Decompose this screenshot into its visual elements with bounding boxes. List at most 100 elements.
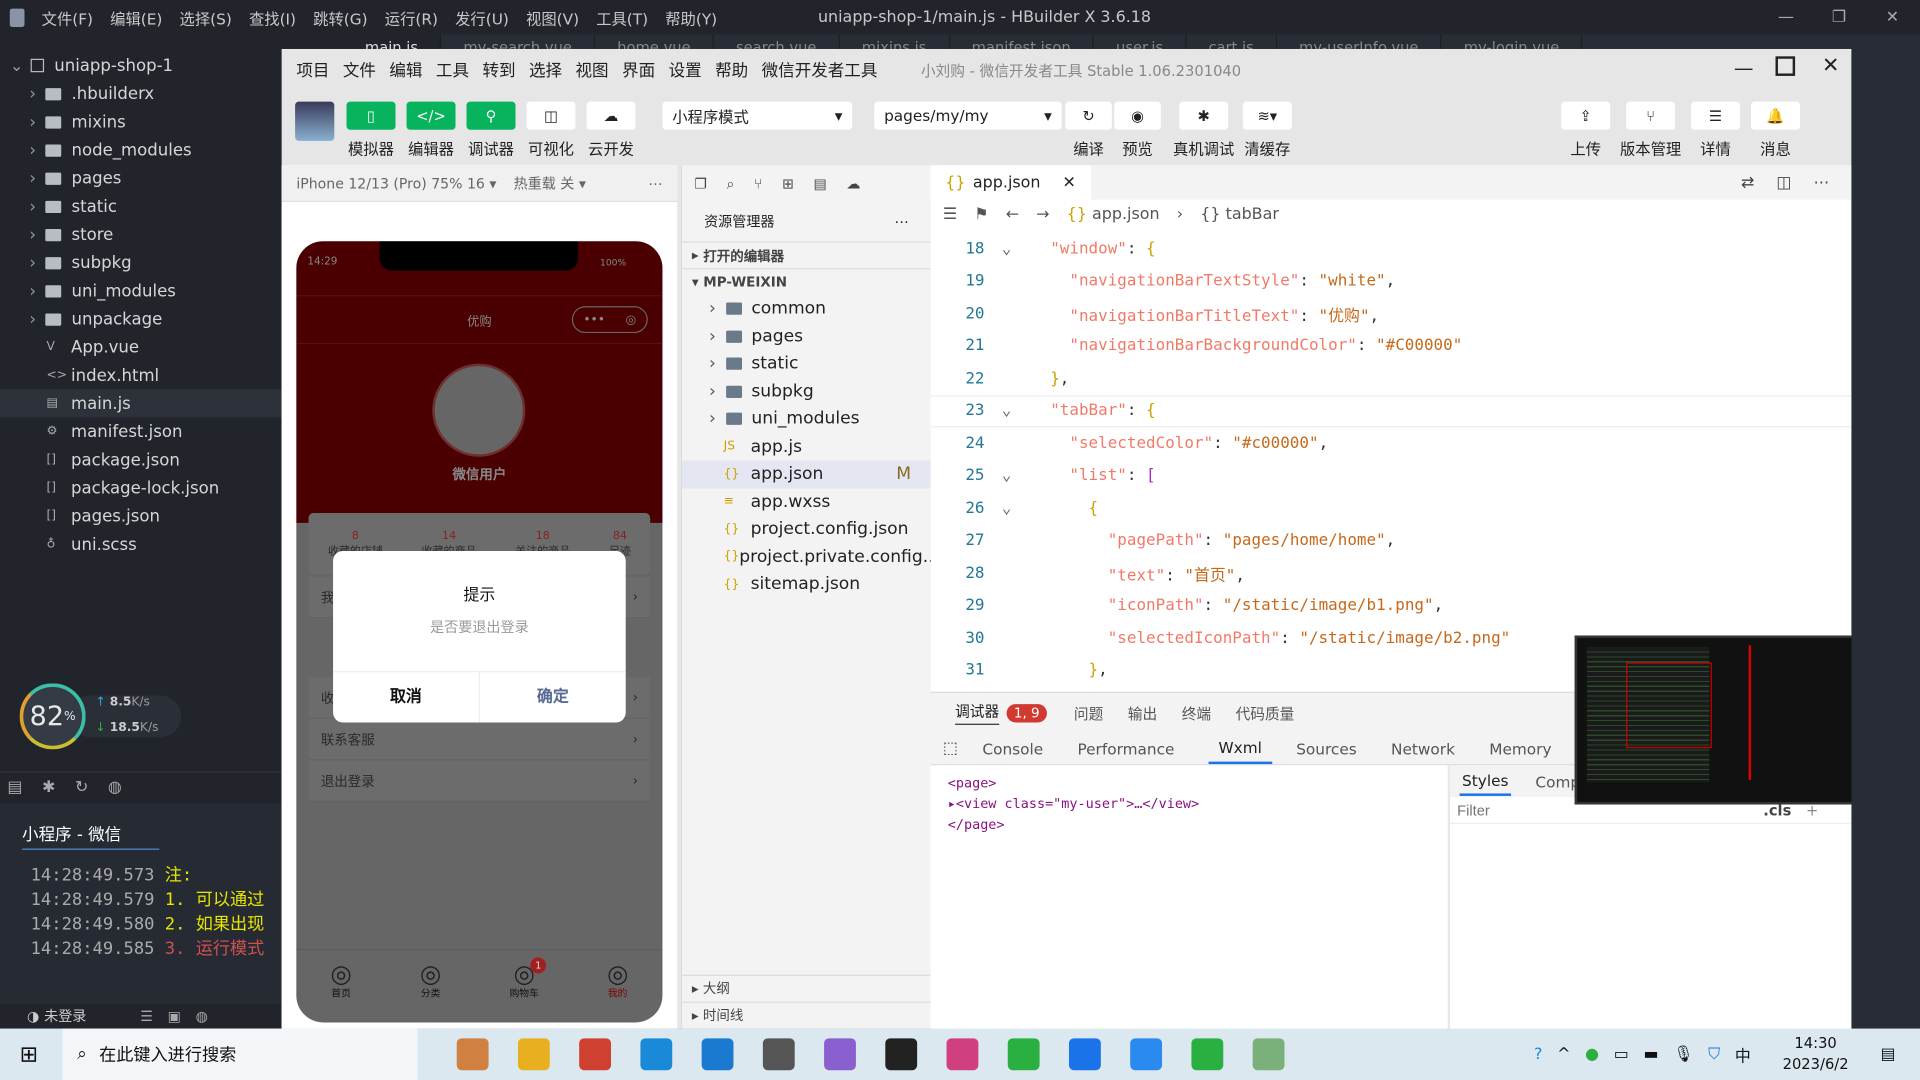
list-icon[interactable]: ☰: [943, 206, 957, 224]
tree-item[interactable]: › subpkg: [0, 249, 282, 277]
more-icon[interactable]: ⋯: [894, 213, 908, 230]
debug-button[interactable]: ⚲: [466, 101, 516, 130]
tab-styles[interactable]: Styles: [1459, 767, 1511, 796]
wxml-node[interactable]: </page>: [948, 814, 1430, 835]
tree-item[interactable]: ▤ main.js: [0, 389, 282, 418]
tab-wxml[interactable]: Wxml: [1208, 733, 1272, 764]
forward-icon[interactable]: →: [1036, 206, 1049, 224]
menu-item[interactable]: 发行(U): [455, 6, 509, 29]
window-thumbnail-preview[interactable]: [1574, 635, 1869, 805]
feishu-icon[interactable]: [1069, 1038, 1101, 1071]
clock-time[interactable]: 14:30: [1783, 1033, 1849, 1054]
tree-item[interactable]: › uni_modules: [0, 277, 282, 305]
microphone-icon[interactable]: 🎙: [1673, 1045, 1693, 1063]
upload-button[interactable]: ⇪: [1561, 101, 1611, 130]
tree-item[interactable]: › .hbuilderx: [0, 80, 282, 108]
menu-item[interactable]: 界面: [622, 56, 655, 81]
explorer-item[interactable]: › subpkg: [682, 378, 931, 406]
explorer-item[interactable]: › uni_modules: [682, 405, 931, 433]
back-icon[interactable]: ←: [1006, 206, 1019, 224]
terminal-icon[interactable]: [885, 1038, 918, 1071]
windows-start-icon[interactable]: ⊞: [20, 1041, 38, 1067]
devtools-panel-tab[interactable]: 输出: [1128, 702, 1157, 723]
tabbar-item[interactable]: ◎ 首页: [330, 960, 351, 1022]
slack-icon[interactable]: [946, 1038, 979, 1071]
tree-item[interactable]: › store: [0, 220, 282, 248]
menu-item[interactable]: 视图(V): [526, 6, 579, 29]
wechat-tray-icon[interactable]: ●: [1585, 1045, 1599, 1063]
ime-indicator[interactable]: 中: [1735, 1043, 1751, 1066]
user-avatar[interactable]: [432, 363, 526, 457]
copy-icon[interactable]: ❐: [694, 175, 707, 192]
tree-item[interactable]: › pages: [0, 164, 282, 192]
devtools-panel-tab[interactable]: 代码质量: [1236, 702, 1295, 723]
phone-button[interactable]: ▯: [346, 101, 396, 130]
chevron-up-icon[interactable]: ^: [1557, 1045, 1570, 1063]
modal-cancel-button[interactable]: 取消: [333, 672, 481, 723]
menu-item[interactable]: 转到: [482, 56, 515, 81]
battery-icon[interactable]: ▬: [1644, 1045, 1659, 1063]
wxml-node[interactable]: <page>: [948, 773, 1430, 794]
network-icon[interactable]: ▭: [1614, 1045, 1629, 1063]
tree-item[interactable]: › node_modules: [0, 136, 282, 164]
menu-row[interactable]: 联系客服 ›: [308, 718, 651, 761]
hbuilder-icon[interactable]: [1191, 1038, 1224, 1071]
layout-button[interactable]: ◫: [526, 101, 576, 130]
refresh-button[interactable]: ↻: [1065, 101, 1112, 130]
editor-tab-app-json[interactable]: {} app.json ✕: [930, 165, 1091, 200]
layers-button[interactable]: ≋▾: [1242, 101, 1292, 130]
food-widget[interactable]: [456, 1038, 489, 1071]
explorer-item[interactable]: {} project.private.config...: [682, 543, 939, 571]
code-button[interactable]: </>: [406, 101, 456, 130]
menu-item[interactable]: 工具(T): [596, 6, 648, 29]
chrome-icon[interactable]: [579, 1038, 612, 1071]
more-icon[interactable]: ⋯: [648, 174, 662, 191]
explorer-item[interactable]: › static: [682, 350, 931, 378]
menu-item[interactable]: 文件(F): [42, 6, 93, 29]
menu-item[interactable]: 选择(S): [180, 6, 232, 29]
menu-item[interactable]: 视图: [576, 56, 609, 81]
tab-console[interactable]: Console: [982, 739, 1043, 757]
split-editor-icon[interactable]: ◫: [1776, 173, 1791, 191]
project-root[interactable]: ⌄ uniapp-shop-1: [0, 51, 282, 79]
tree-item[interactable]: › mixins: [0, 108, 282, 136]
security-icon[interactable]: ⛉: [1708, 1045, 1720, 1063]
close-capsule-icon[interactable]: ◎: [626, 313, 637, 326]
tabbar-item[interactable]: ◎ 购物车 1: [509, 957, 547, 1022]
avatar[interactable]: [295, 101, 335, 141]
device-select[interactable]: iPhone 12/13 (Pro) 75% 16 ▾: [296, 174, 496, 191]
tab-sources[interactable]: Sources: [1296, 739, 1357, 757]
inspect-icon[interactable]: ⬚: [943, 739, 958, 757]
menu-item[interactable]: 编辑(E): [110, 6, 162, 29]
menu-item[interactable]: 选择: [529, 56, 562, 81]
explorer-item[interactable]: {} project.config.json: [682, 516, 931, 544]
explorer-item[interactable]: › common: [682, 295, 931, 323]
terminal-icon[interactable]: ▣: [168, 1008, 181, 1025]
breadcrumb-symbol[interactable]: {} tabBar: [1200, 206, 1279, 224]
explorer-item[interactable]: {} app.json M: [682, 460, 931, 488]
fold-chevron-icon[interactable]: ⌄: [992, 240, 1021, 258]
modal-confirm-button[interactable]: 确定: [480, 672, 626, 722]
app-icon[interactable]: [824, 1038, 857, 1071]
explorer-item[interactable]: ≡ app.wxss: [682, 488, 931, 516]
outline-section[interactable]: ▸ 大纲: [682, 974, 931, 1002]
tree-item[interactable]: V App.vue: [0, 333, 282, 361]
fold-chevron-icon[interactable]: ⌄: [992, 499, 1021, 517]
fold-chevron-icon[interactable]: ⌄: [992, 402, 1021, 420]
docker-icon[interactable]: ☁: [846, 175, 860, 192]
zoom-icon[interactable]: [1130, 1038, 1163, 1071]
bug-button[interactable]: ✱: [1179, 101, 1229, 130]
hot-reload-toggle[interactable]: 热重载 关 ▾: [514, 173, 586, 193]
menu-item[interactable]: 跳转(G): [313, 6, 367, 29]
menu-item[interactable]: 微信开发者工具: [762, 56, 878, 81]
wxml-node[interactable]: ▸<view class="my-user">…</view>: [948, 793, 1430, 814]
remote-icon[interactable]: [762, 1038, 795, 1071]
list-icon[interactable]: ☰: [140, 1008, 153, 1025]
menu-button[interactable]: ☰: [1691, 101, 1741, 130]
bug-icon[interactable]: ✱: [42, 778, 55, 796]
web-icon[interactable]: ◍: [108, 778, 122, 796]
menu-item[interactable]: 项目: [296, 56, 329, 81]
explorer-item[interactable]: › pages: [682, 323, 931, 351]
more-icon[interactable]: ⋯: [1813, 173, 1829, 191]
tabbar-item[interactable]: ◎ 我的: [607, 960, 628, 1022]
